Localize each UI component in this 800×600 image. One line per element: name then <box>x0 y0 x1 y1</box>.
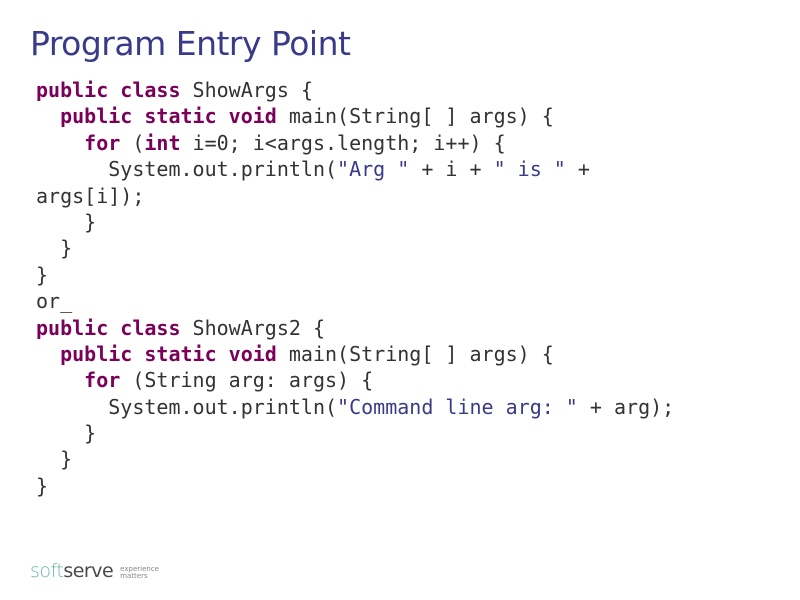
keyword: for <box>36 368 132 392</box>
code-text: System.out.println( <box>36 157 337 181</box>
keyword: for <box>36 131 132 155</box>
code-text: System.out.println( <box>36 395 337 419</box>
code-line: args[i]); <box>36 183 770 209</box>
code-line: or_ <box>36 288 770 314</box>
keyword: public class <box>36 316 181 340</box>
code-text: + i + <box>409 157 493 181</box>
code-text: } <box>36 263 48 287</box>
code-line: } <box>36 262 770 288</box>
code-text: } <box>36 210 96 234</box>
keyword: public static void <box>36 104 277 128</box>
code-line: } <box>36 473 770 499</box>
code-line: System.out.println("Arg " + i + " is " + <box>36 156 770 182</box>
code-line: System.out.println("Command line arg: " … <box>36 394 770 420</box>
code-text: (String arg: args) { <box>132 368 373 392</box>
code-text: main(String[ ] args) { <box>277 104 554 128</box>
code-line: public static void main(String[ ] args) … <box>36 103 770 129</box>
keyword: public class <box>36 78 181 102</box>
code-text: ShowArgs2 { <box>181 316 326 340</box>
code-line: public static void main(String[ ] args) … <box>36 341 770 367</box>
code-line: public class ShowArgs { <box>36 77 770 103</box>
code-line: } <box>36 209 770 235</box>
code-text: ShowArgs { <box>181 78 313 102</box>
code-text: } <box>36 447 72 471</box>
code-text: args[i]); <box>36 184 144 208</box>
tagline-line2: matters <box>120 573 159 580</box>
string-literal: "Arg " <box>337 157 409 181</box>
logo-soft: soft <box>30 560 63 582</box>
string-literal: "Command line arg: " <box>337 395 578 419</box>
slide-title: Program Entry Point <box>30 24 770 63</box>
code-line: } <box>36 420 770 446</box>
code-line: public class ShowArgs2 { <box>36 315 770 341</box>
code-text: } <box>36 236 72 260</box>
logo-serve: serve <box>63 560 113 582</box>
code-text: + arg); <box>578 395 674 419</box>
code-line: } <box>36 235 770 261</box>
code-text: main(String[ ] args) { <box>277 342 554 366</box>
keyword: int <box>144 131 180 155</box>
code-text: ( <box>132 131 144 155</box>
code-text: i=0; i<args.length; i++) { <box>181 131 506 155</box>
code-text: } <box>36 474 48 498</box>
code-line: for (String arg: args) { <box>36 367 770 393</box>
code-line: for (int i=0; i<args.length; i++) { <box>36 130 770 156</box>
code-block: public class ShowArgs { public static vo… <box>30 77 770 499</box>
code-line: } <box>36 446 770 472</box>
code-text: } <box>36 421 96 445</box>
code-text: + <box>566 157 590 181</box>
logo-tagline: experience matters <box>120 566 159 580</box>
code-text: or_ <box>36 289 72 313</box>
slide-container: Program Entry Point public class ShowArg… <box>0 0 800 600</box>
keyword: public static void <box>36 342 277 366</box>
logo-text: softserve <box>30 560 113 582</box>
string-literal: " is " <box>494 157 566 181</box>
softserve-logo: softserve experience matters <box>30 560 159 582</box>
